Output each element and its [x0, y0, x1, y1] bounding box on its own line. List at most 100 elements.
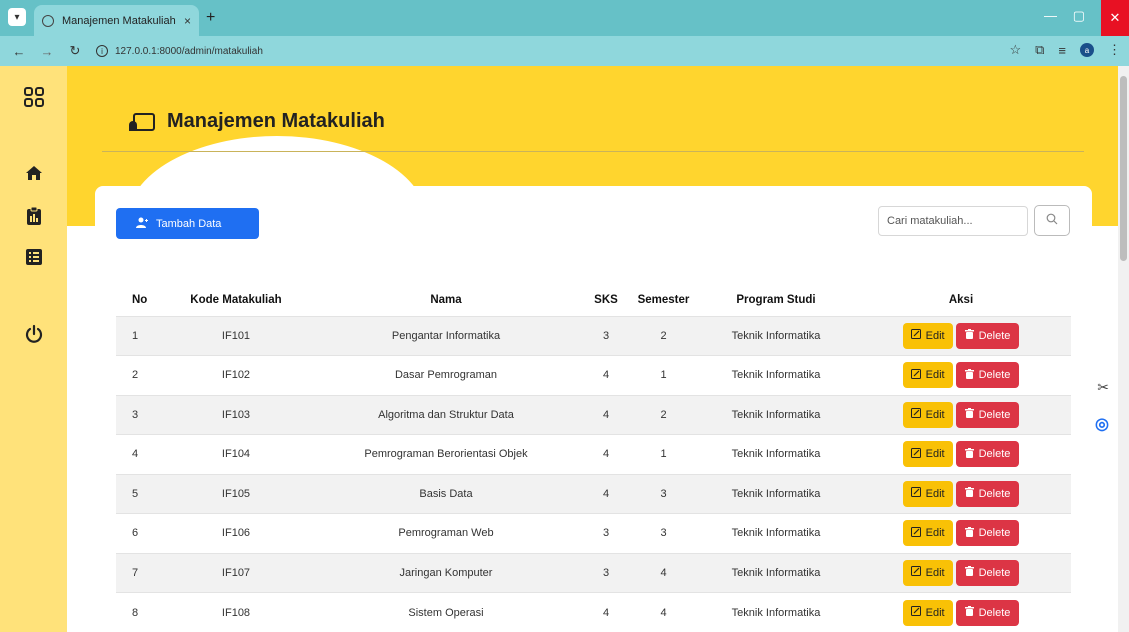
list-icon[interactable]: [0, 248, 67, 272]
scrollbar-thumb[interactable]: [1120, 76, 1127, 261]
add-data-button[interactable]: Tambah Data: [116, 208, 259, 239]
window-close-icon[interactable]: ✕: [1101, 0, 1129, 36]
reload-icon[interactable]: ↻: [66, 43, 84, 59]
delete-button[interactable]: Delete: [955, 599, 1020, 626]
bookmark-star-icon[interactable]: ☆: [1009, 42, 1021, 58]
edit-button[interactable]: Edit: [902, 441, 953, 468]
delete-button[interactable]: Delete: [955, 322, 1020, 349]
cell-no: 7: [116, 552, 166, 593]
trash-icon: [964, 606, 974, 619]
cell-semester: 3: [626, 513, 701, 553]
trash-icon: [964, 408, 974, 421]
table-row: 6 IF106 Pemrograman Web 3 3 Teknik Informatik…: [116, 513, 1071, 553]
address-bar[interactable]: i 127.0.0.1:8000/admin/matakuliah: [96, 41, 1096, 61]
add-data-label: Tambah Data: [156, 217, 222, 230]
edit-button[interactable]: Edit: [902, 322, 953, 349]
delete-button[interactable]: Delete: [955, 480, 1020, 507]
site-info-icon[interactable]: i: [96, 45, 108, 57]
edit-icon: [910, 487, 921, 500]
edit-button[interactable]: Edit: [902, 480, 953, 507]
cell-sks: 4: [586, 434, 626, 474]
back-icon[interactable]: ←: [10, 44, 28, 59]
delete-label: Delete: [978, 408, 1011, 421]
search-button[interactable]: [1034, 205, 1070, 236]
table-row: 2 IF102 Dasar Pemrograman 4 1 Teknik Informat…: [116, 355, 1071, 395]
scissors-icon[interactable]: ✂: [1097, 379, 1109, 396]
forward-icon[interactable]: →: [38, 44, 56, 59]
edit-button[interactable]: Edit: [902, 599, 953, 626]
edit-button[interactable]: Edit: [902, 362, 953, 389]
cell-semester: 4: [626, 592, 701, 632]
edit-label: Edit: [925, 527, 945, 540]
minimize-icon[interactable]: —: [1044, 8, 1057, 23]
page-scrollbar[interactable]: [1118, 66, 1129, 632]
edit-label: Edit: [925, 487, 945, 500]
cell-sks: 3: [586, 513, 626, 553]
grid-icon[interactable]: [0, 86, 67, 114]
restore-icon[interactable]: ▢: [1073, 8, 1085, 24]
delete-label: Delete: [978, 566, 1011, 579]
cell-nama: Pemrograman Web: [306, 513, 586, 553]
edit-button[interactable]: Edit: [902, 559, 953, 586]
browser-tabstrip: ▾ Manajemen Matakuliah × + — ▢ ✕: [0, 0, 1129, 36]
cell-prodi: Teknik Informatika: [701, 552, 851, 593]
content-card: Tambah Data Cari matakuliah... No Kode M…: [95, 186, 1092, 632]
assistant-icon[interactable]: ◎: [1095, 414, 1109, 434]
add-user-icon: [136, 217, 148, 231]
cell-prodi: Teknik Informatika: [701, 592, 851, 632]
table-row: 8 IF108 Sistem Operasi 4 4 Teknik Informatika…: [116, 592, 1071, 632]
tab-search-icon[interactable]: ▾: [8, 8, 26, 26]
trash-icon: [964, 487, 974, 500]
search-input[interactable]: Cari matakuliah...: [878, 206, 1028, 236]
cell-nama: Dasar Pemrograman: [306, 355, 586, 395]
cell-kode: IF102: [166, 355, 306, 395]
search-placeholder: Cari matakuliah...: [887, 215, 973, 227]
cell-nama: Pengantar Informatika: [306, 315, 586, 356]
delete-button[interactable]: Delete: [955, 441, 1020, 468]
cell-sks: 3: [586, 552, 626, 593]
trash-icon: [964, 368, 974, 382]
clipboard-icon[interactable]: [0, 206, 67, 232]
cell-semester: 1: [626, 355, 701, 395]
cell-aksi: Edit Delete: [851, 473, 1071, 514]
cell-kode: IF108: [166, 592, 306, 632]
delete-label: Delete: [978, 606, 1011, 619]
matakuliah-table: No Kode Matakuliah Nama SKS Semester Pro…: [116, 284, 1071, 632]
reading-list-icon[interactable]: ≡: [1058, 43, 1066, 58]
edit-label: Edit: [925, 566, 945, 579]
delete-button[interactable]: Delete: [955, 559, 1020, 586]
delete-button[interactable]: Delete: [955, 520, 1020, 547]
new-tab-icon[interactable]: +: [206, 9, 215, 27]
trash-icon: [964, 526, 974, 540]
cell-aksi: Edit Delete: [851, 592, 1071, 632]
browser-menu-icon[interactable]: ⋮: [1108, 42, 1121, 58]
delete-label: Delete: [978, 329, 1011, 342]
cell-kode: IF104: [166, 434, 306, 474]
extensions-icon[interactable]: ⧉: [1035, 42, 1044, 58]
profile-avatar[interactable]: a: [1080, 43, 1094, 57]
trash-icon: [964, 447, 974, 461]
browser-tab[interactable]: Manajemen Matakuliah ×: [34, 5, 199, 36]
toolbar-icons: ☆ ⧉ ≡ a ⋮: [1009, 42, 1121, 58]
power-icon[interactable]: [0, 324, 67, 350]
tab-title: Manajemen Matakuliah: [62, 14, 176, 27]
cell-sks: 4: [586, 592, 626, 632]
cell-nama: Jaringan Komputer: [306, 552, 586, 593]
home-icon[interactable]: [0, 164, 67, 188]
tab-close-icon[interactable]: ×: [184, 14, 191, 28]
edit-button[interactable]: Edit: [902, 520, 953, 547]
table-row: 4 IF104 Pemrograman Berorientasi Objek 4 1 Te…: [116, 434, 1071, 474]
page-header: Manajemen Matakuliah: [129, 110, 385, 133]
url-text: 127.0.0.1:8000/admin/matakuliah: [115, 45, 263, 57]
cell-aksi: Edit Delete: [851, 434, 1071, 474]
header-no: No: [132, 293, 148, 306]
cell-semester: 2: [626, 394, 701, 435]
cell-kode: IF105: [166, 473, 306, 514]
table-row: 1 IF101 Pengantar Informatika 3 2 Teknik Info…: [116, 315, 1071, 356]
trash-icon: [964, 329, 974, 342]
edit-icon: [910, 447, 921, 461]
delete-button[interactable]: Delete: [955, 401, 1020, 428]
cell-sks: 4: [586, 394, 626, 435]
edit-button[interactable]: Edit: [902, 401, 953, 428]
delete-button[interactable]: Delete: [955, 362, 1020, 389]
